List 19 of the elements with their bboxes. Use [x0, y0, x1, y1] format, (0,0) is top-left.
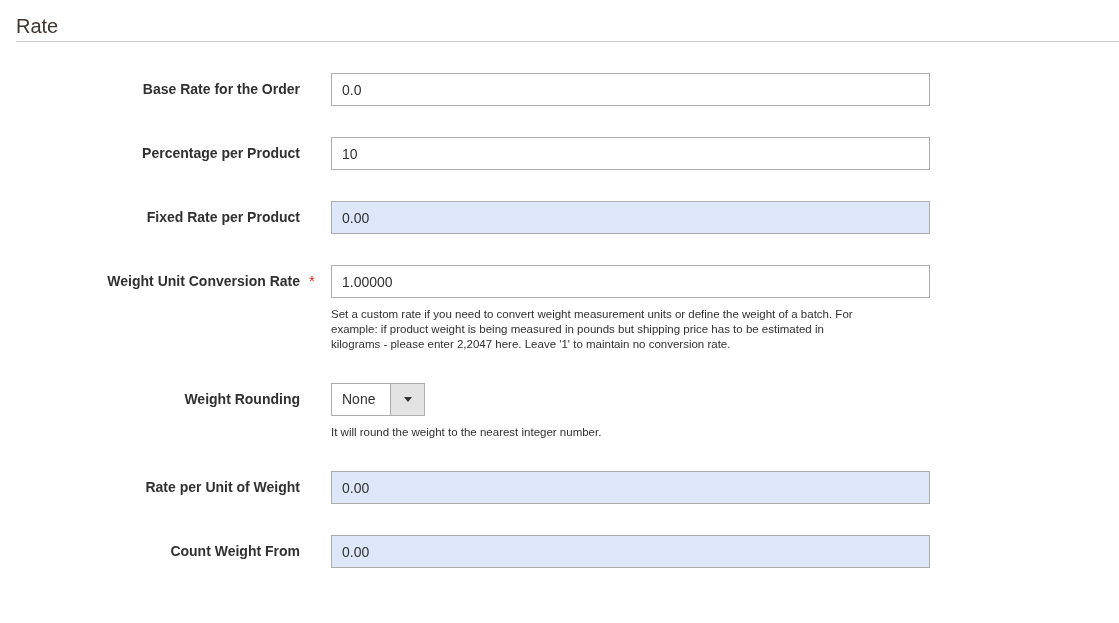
input-field[interactable]: 0.00: [331, 201, 930, 234]
dropdown-select[interactable]: None: [331, 383, 425, 416]
field-label: Weight Rounding: [183, 390, 300, 409]
input-field[interactable]: 1.00000: [331, 265, 930, 298]
input-field[interactable]: 0.00: [331, 471, 930, 504]
field-note: It will round the weight to the nearest integer number.: [331, 425, 603, 440]
field-label: Rate per Unit of Weight: [144, 478, 300, 497]
input-field[interactable]: 0.00: [331, 535, 930, 568]
field-label: Fixed Rate per Product: [145, 208, 300, 227]
field-label: Percentage per Product: [141, 144, 300, 163]
field-label: Base Rate for the Order: [141, 80, 300, 99]
field-note: Set a custom rate if you need to convert weight measurement units or define the weight of a batch. For example: if product weight is being measured in pounds but shipping price has to be estimated in kilograms - please enter 2,2047 here. Leave '1' to maintain no conversion rate.: [331, 307, 854, 352]
input-field[interactable]: 0.0: [331, 73, 930, 106]
input-field[interactable]: 10: [331, 137, 930, 170]
caret-icon: [403, 397, 412, 402]
section-title: Rate: [16, 14, 60, 39]
field-label: Count Weight From: [169, 542, 300, 561]
field-label: Weight Unit Conversion Rate: [106, 272, 300, 291]
required-marker: *: [308, 271, 316, 291]
